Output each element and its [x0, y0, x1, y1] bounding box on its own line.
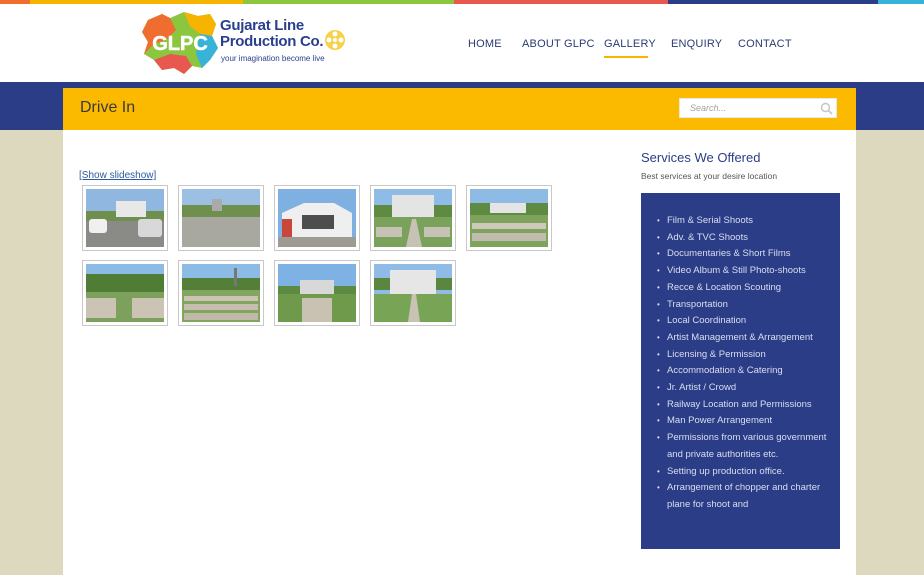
services-list-box: Film & Serial Shoots Adv. & TVC Shoots D…: [641, 193, 840, 549]
content-panel: [Show slideshow] Services We Offered Bes…: [63, 130, 856, 575]
service-item: Documentaries & Short Films: [657, 246, 832, 263]
services-list: Film & Serial Shoots Adv. & TVC Shoots D…: [641, 193, 840, 514]
thumbnail-image-6: [86, 264, 164, 322]
service-item: Man Power Arrangement: [657, 413, 832, 430]
services-subtitle: Best services at your desire location: [641, 171, 778, 181]
thumbnail-image-8: [278, 264, 356, 322]
gallery-thumbnail[interactable]: [82, 260, 168, 326]
service-item: Railway Location and Permissions: [657, 397, 832, 414]
service-item: Licensing & Permission: [657, 347, 832, 364]
gallery-thumbnail[interactable]: [370, 185, 456, 251]
gallery-thumbnail[interactable]: [82, 185, 168, 251]
service-item: Accommodation & Catering: [657, 363, 832, 380]
search-box: [679, 98, 837, 118]
thumbnail-image-1: [86, 189, 164, 247]
gallery-thumbnail[interactable]: [370, 260, 456, 326]
thumbnail-image-3: [278, 189, 356, 247]
search-icon[interactable]: [820, 102, 833, 115]
gallery-thumbnail[interactable]: [274, 260, 360, 326]
services-title: Services We Offered: [641, 150, 761, 165]
thumbnail-image-2: [182, 189, 260, 247]
service-item: Permissions from various government and …: [657, 430, 832, 463]
service-item: Adv. & TVC Shoots: [657, 230, 832, 247]
service-item: Transportation: [657, 297, 832, 314]
service-item: Film & Serial Shoots: [657, 213, 832, 230]
gallery-thumbnail[interactable]: [274, 185, 360, 251]
thumbnail-image-9: [374, 264, 452, 322]
nav-home[interactable]: HOME: [468, 38, 502, 50]
gallery-thumbnail[interactable]: [178, 185, 264, 251]
thumbnail-image-4: [374, 189, 452, 247]
logo-title-line1: Gujarat Line: [220, 17, 304, 34]
nav-active-indicator: [604, 56, 648, 58]
show-slideshow-link[interactable]: [Show slideshow]: [79, 170, 156, 181]
nav-enquiry[interactable]: ENQUIRY: [671, 38, 722, 50]
service-item: Artist Management & Arrangement: [657, 330, 832, 347]
service-item: Local Coordination: [657, 313, 832, 330]
service-item: Arrangement of chopper and charter plane…: [657, 480, 832, 513]
main-nav: HOME ABOUT GLPC GALLERY ENQUIRY CONTACT: [0, 38, 924, 58]
service-item: Recce & Location Scouting: [657, 280, 832, 297]
nav-gallery[interactable]: GALLERY: [604, 38, 656, 50]
service-item: Jr. Artist / Crowd: [657, 380, 832, 397]
search-input[interactable]: [680, 99, 820, 117]
nav-contact[interactable]: CONTACT: [738, 38, 792, 50]
service-item: Setting up production office.: [657, 464, 832, 481]
page-title-bar: Drive In: [63, 88, 856, 130]
page-title: Drive In: [80, 99, 136, 116]
thumbnail-image-7: [182, 264, 260, 322]
site-header: GLPC Gujarat Line Production Co. your im…: [0, 4, 924, 82]
gallery-thumbnail[interactable]: [178, 260, 264, 326]
gallery-thumbnail[interactable]: [466, 185, 552, 251]
thumbnail-image-5: [470, 189, 548, 247]
service-item: Video Album & Still Photo-shoots: [657, 263, 832, 280]
nav-about-glpc[interactable]: ABOUT GLPC: [522, 38, 595, 50]
